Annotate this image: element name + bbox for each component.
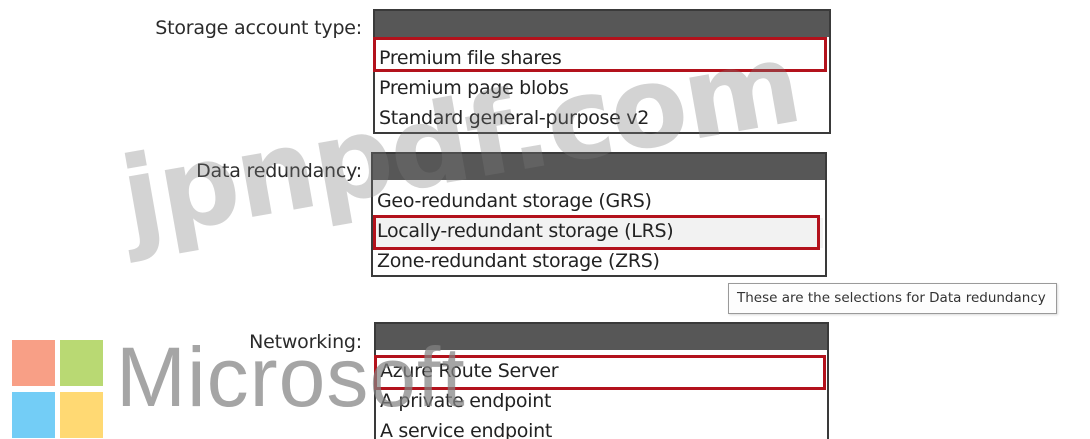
- dropdown-header[interactable]: [373, 154, 825, 180]
- dropdown-option[interactable]: Premium file shares: [379, 47, 562, 69]
- storage-account-type-dropdown[interactable]: Premium file shares Premium page blobs S…: [373, 9, 831, 134]
- microsoft-logo-icon: [12, 340, 104, 439]
- dropdown-option[interactable]: A service endpoint: [380, 420, 552, 439]
- logo-green-square: [60, 340, 103, 386]
- dropdown-option[interactable]: A private endpoint: [380, 390, 551, 412]
- networking-dropdown[interactable]: Azure Route Server A private endpoint A …: [374, 322, 829, 439]
- dropdown-option[interactable]: Zone-redundant storage (ZRS): [377, 250, 660, 272]
- dropdown-option[interactable]: Geo-redundant storage (GRS): [377, 190, 652, 212]
- dropdown-option[interactable]: Premium page blobs: [379, 77, 569, 99]
- storage-account-type-label: Storage account type:: [155, 17, 362, 39]
- data-redundancy-tooltip: These are the selections for Data redund…: [728, 283, 1057, 314]
- dropdown-header[interactable]: [375, 11, 829, 37]
- dropdown-option[interactable]: Standard general-purpose v2: [379, 107, 649, 129]
- data-redundancy-dropdown[interactable]: Geo-redundant storage (GRS) Locally-redu…: [371, 152, 827, 277]
- logo-blue-square: [12, 392, 55, 438]
- answer-area: Storage account type: Premium file share…: [0, 0, 1090, 439]
- logo-red-square: [12, 340, 55, 386]
- data-redundancy-label: Data redundancy:: [196, 160, 362, 182]
- logo-yellow-square: [60, 392, 103, 438]
- dropdown-option[interactable]: Azure Route Server: [380, 360, 559, 382]
- dropdown-option[interactable]: Locally-redundant storage (LRS): [377, 220, 674, 242]
- networking-label: Networking:: [249, 331, 362, 353]
- dropdown-header[interactable]: [376, 324, 827, 350]
